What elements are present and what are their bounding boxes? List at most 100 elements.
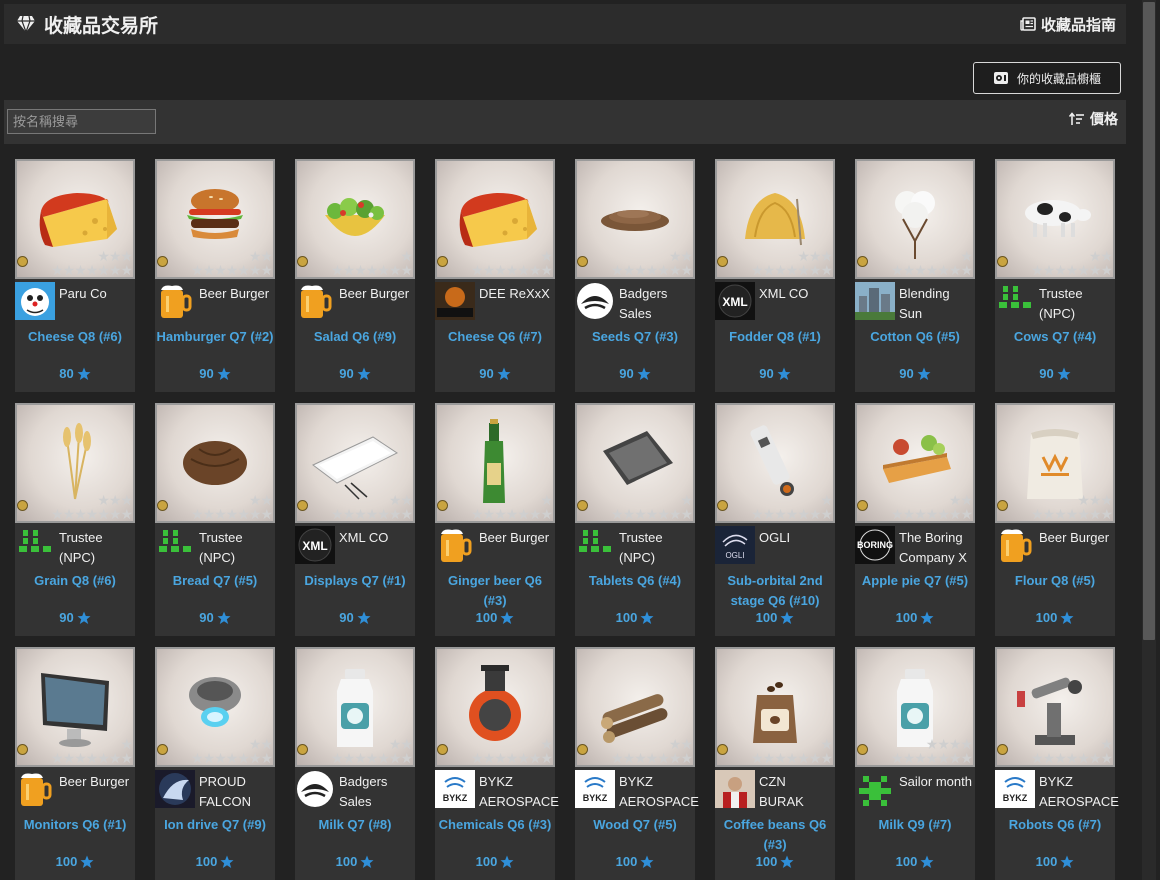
company-name: Beer Burger [339,286,410,301]
collectibles-guide-link[interactable]: 收藏品指南 [1020,14,1116,35]
collectible-name[interactable]: Displays Q7 (#1) [295,571,415,591]
collectible-card[interactable]: ★ ★★★★★★★ CZN BURAK Coffee beans Q6 (#3)… [715,647,835,880]
price-value: 90 [339,610,354,625]
collectible-name[interactable]: Seeds Q7 (#3) [575,327,695,347]
quality-stars: ★ ★★★★★★★ [722,493,833,521]
collectible-card[interactable]: ★★ ★★★★★★★ Badgers Sales Seeds Q7 (#3) 9… [575,159,695,392]
collectible-card[interactable]: ★★ ★★★★★★★ Beer Burger Hamburger Q7 (#2)… [155,159,275,392]
collectible-card[interactable]: ★★★ ★★★★★★★ Beer Burger Flour Q8 (#5) 10… [995,403,1115,636]
collectible-card[interactable]: ★ ★★★★★★★ Trustee (NPC) Tablets Q6 (#4) … [575,403,695,636]
collectible-card[interactable]: ★ ★★★★★★★ OGLI OGLI Sub-orbital 2nd stag… [715,403,835,636]
collectible-name[interactable]: Cheese Q6 (#7) [435,327,555,347]
price-value: 80 [59,366,74,381]
star-currency-icon [500,611,514,624]
collectible-name[interactable]: Fodder Q8 (#1) [715,327,835,347]
company-logo [15,526,55,564]
quality-stars-extra-icon: ★★ [668,736,693,752]
price-value: 100 [755,610,778,625]
collectible-name[interactable]: Cotton Q6 (#5) [855,327,975,347]
page-scrollbar[interactable] [1142,0,1156,880]
quality-stars: ★★★ ★★★★★★★ [722,249,833,277]
collectible-name[interactable]: Chemicals Q6 (#3) [435,815,555,835]
quality-stars-base-icon: ★★★★★★★ [51,750,133,766]
collectible-card[interactable]: ★★ ★★★★★★★ Trustee (NPC) Cows Q7 (#4) 90 [995,159,1115,392]
quality-stars-extra-icon: ★★★ [97,248,133,264]
collectible-name[interactable]: Coffee beans Q6 (#3) [715,815,835,855]
collectible-card[interactable]: ★★★ ★★★★★★★ Trustee (NPC) Grain Q8 (#6) … [15,403,135,636]
collectible-card[interactable]: ★ ★★★★★★★ Beer Burger Salad Q6 (#9) 90 [295,159,415,392]
quality-stars: ★★ ★★★★★★★ [162,249,273,278]
collectibles-cabinet-button[interactable]: 你的收藏品櫥櫃 [973,62,1121,94]
company-logo [855,770,895,808]
collectible-card[interactable]: ★★ ★★★★★★★ Trustee (NPC) Bread Q7 (#5) 9… [155,403,275,636]
collectible-name[interactable]: Flour Q8 (#5) [995,571,1115,591]
company-name: Blending Sun [899,286,950,321]
star-currency-icon [77,611,91,624]
quality-stars: ★★★ ★★★★★★★ [22,248,133,277]
collectible-card[interactable]: ★★★★ ★★★★★★★ Sailor month Milk Q9 (#7) 1… [855,647,975,880]
collectible-card[interactable]: ★ ★★★★★★★ BYKZ BYKZ AEROSPACE Chemicals … [435,647,559,880]
collectible-name[interactable]: Bread Q7 (#5) [155,571,275,591]
collectible-name[interactable]: Milk Q9 (#7) [855,815,975,835]
company-logo: BORING [855,526,895,564]
collectible-name[interactable]: Cheese Q8 (#6) [15,327,135,347]
company-name: Trustee (NPC) [1039,286,1083,321]
company-name: Beer Burger [199,286,270,301]
collectible-name[interactable]: Sub-orbital 2nd stage Q6 (#10) [715,571,835,611]
collectible-card[interactable]: ★★ ★★★★★★★ XML XML CO Displays Q7 (#1) 9… [295,403,415,636]
company-name: Trustee (NPC) [199,530,243,565]
collectible-name[interactable]: Apple pie Q7 (#5) [855,571,975,591]
star-currency-icon [220,855,234,868]
collectible-card[interactable]: ★★ ★★★★★★★ BYKZ BYKZ AEROSPACE Wood Q7 (… [575,647,699,880]
price-value: 90 [199,366,214,381]
collectible-card[interactable]: ★★ ★★★★★★★ Badgers Sales Milk Q7 (#8) 10… [295,647,415,880]
collectible-card[interactable]: ★★ ★★★★★★★ PROUD FALCON Ion drive Q7 (#9… [155,647,275,880]
company-logo: XML [715,282,755,320]
collectible-card[interactable]: ★★★ ★★★★★★★ Paru Co Cheese Q8 (#6) 80 [15,159,135,392]
collectible-image: ★★ ★★★★★★★ [295,647,415,767]
collectible-name[interactable]: Salad Q6 (#9) [295,327,415,347]
quality-stars-extra-icon: ★★★ [1077,492,1113,508]
collectible-card[interactable]: ★ ★★★★★★★ Beer Burger Monitors Q6 (#1) 1… [15,647,135,880]
collectible-card[interactable]: ★★★ ★★★★★★★ XML XML CO Fodder Q8 (#1) 90 [715,159,835,392]
collectible-name[interactable]: Tablets Q6 (#4) [575,571,695,591]
search-input[interactable] [7,109,156,134]
collectible-card[interactable]: ★ ★★★★★★★ BYKZ BYKZ AEROSPACE Robots Q6 … [995,647,1119,880]
collectible-name[interactable]: Robots Q6 (#7) [995,815,1115,835]
quality-stars: ★★ ★★★★★★★ [162,493,273,521]
collectible-price: 100 [715,610,835,625]
cabinet-label: 你的收藏品櫥櫃 [1016,71,1101,86]
collectible-price: 100 [995,610,1115,625]
company-logo: OGLI [715,526,755,564]
company-logo [295,770,335,808]
collectible-image: ★ ★★★★★★★ [15,647,135,767]
scrollbar-thumb[interactable] [1143,2,1155,640]
collectible-card[interactable]: ★ ★★★★★★★ Beer Burger Ginger beer Q6 (#3… [435,403,555,636]
collectible-name[interactable]: Hamburger Q7 (#2) [155,327,275,347]
quality-stars-base-icon: ★★★★★★★ [191,262,273,278]
sort-label: 價格 [1090,111,1118,127]
collectible-name[interactable]: Ion drive Q7 (#9) [155,815,275,835]
price-value: 90 [479,366,494,381]
star-currency-icon [920,611,934,624]
filter-toolbar: 價格 [4,100,1126,144]
collectible-price: 100 [995,854,1115,869]
quality-stars: ★★ ★★★★★★★ [862,493,973,521]
collectible-name[interactable]: Grain Q8 (#6) [15,571,135,591]
bykz-logo-icon: BYKZ [435,770,475,808]
collectible-card[interactable]: ★ ★★★★★★★ DEE ReXxX Cheese Q6 (#7) 90 [435,159,555,392]
collectible-name[interactable]: Ginger beer Q6 (#3) [435,571,555,611]
collectible-name[interactable]: Milk Q7 (#8) [295,815,415,835]
cabinet-icon [993,72,1008,84]
collectible-name[interactable]: Cows Q7 (#4) [995,327,1115,347]
collectible-card[interactable]: ★★ ★★★★★★★ BORING The Boring Company X A… [855,403,975,636]
bykz-logo-icon: BYKZ [575,770,615,808]
collectible-name[interactable]: Monitors Q6 (#1) [15,815,135,835]
quality-stars: ★★ ★★★★★★★ [582,736,693,765]
collectible-image: ★★ ★★★★★★★ [155,159,275,279]
collectible-card[interactable]: ★ ★★★★★★★ Blending Sun Cotton Q6 (#5) 90 [855,159,975,392]
star-currency-icon [920,855,934,868]
collectible-name[interactable]: Wood Q7 (#5) [575,815,695,835]
sort-by-price-button[interactable]: 價格 [1069,109,1118,129]
collectible-price: 90 [295,610,415,625]
